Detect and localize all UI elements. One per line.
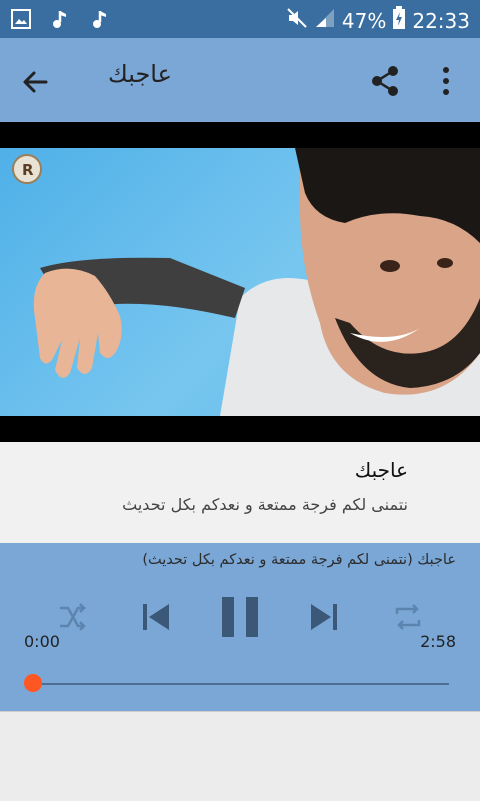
- shuffle-icon[interactable]: [55, 600, 89, 638]
- seek-bar[interactable]: [33, 683, 449, 685]
- now-playing-label: عاجبك (نتمنى لكم فرجة ممتعة و نعدكم بكل …: [142, 552, 456, 568]
- track-list-item[interactable]: [0, 442, 480, 543]
- signal-icon: [314, 7, 336, 34]
- music-note-icon: [50, 8, 72, 30]
- empty-area: [0, 711, 480, 801]
- video-frame[interactable]: R: [0, 148, 480, 416]
- more-vert-icon[interactable]: [432, 64, 460, 98]
- next-icon[interactable]: [306, 600, 342, 638]
- share-icon[interactable]: [368, 64, 402, 98]
- music-note-icon: [90, 8, 112, 30]
- status-bar: 47% 22:33: [0, 0, 480, 38]
- app-bar: عاجبك: [0, 38, 480, 122]
- previous-icon[interactable]: [138, 600, 174, 638]
- battery-charging-icon: [392, 6, 406, 35]
- total-time: 2:58: [420, 632, 456, 651]
- track-subtitle: نتمنى لكم فرجة ممتعة و نعدكم بكل تحديث: [122, 495, 408, 514]
- image-icon: [10, 8, 32, 30]
- track-title: عاجبك: [354, 458, 408, 482]
- clock: 22:33: [412, 8, 470, 33]
- mute-icon: [286, 7, 308, 34]
- singer-image: [33, 148, 480, 416]
- page-title: عاجبك: [108, 60, 172, 88]
- pause-icon[interactable]: [219, 595, 261, 643]
- back-arrow-icon[interactable]: [18, 64, 54, 100]
- elapsed-time: 0:00: [24, 632, 60, 651]
- video-player[interactable]: R: [0, 122, 480, 442]
- battery-percent: 47%: [341, 8, 387, 33]
- seek-thumb[interactable]: [24, 674, 42, 692]
